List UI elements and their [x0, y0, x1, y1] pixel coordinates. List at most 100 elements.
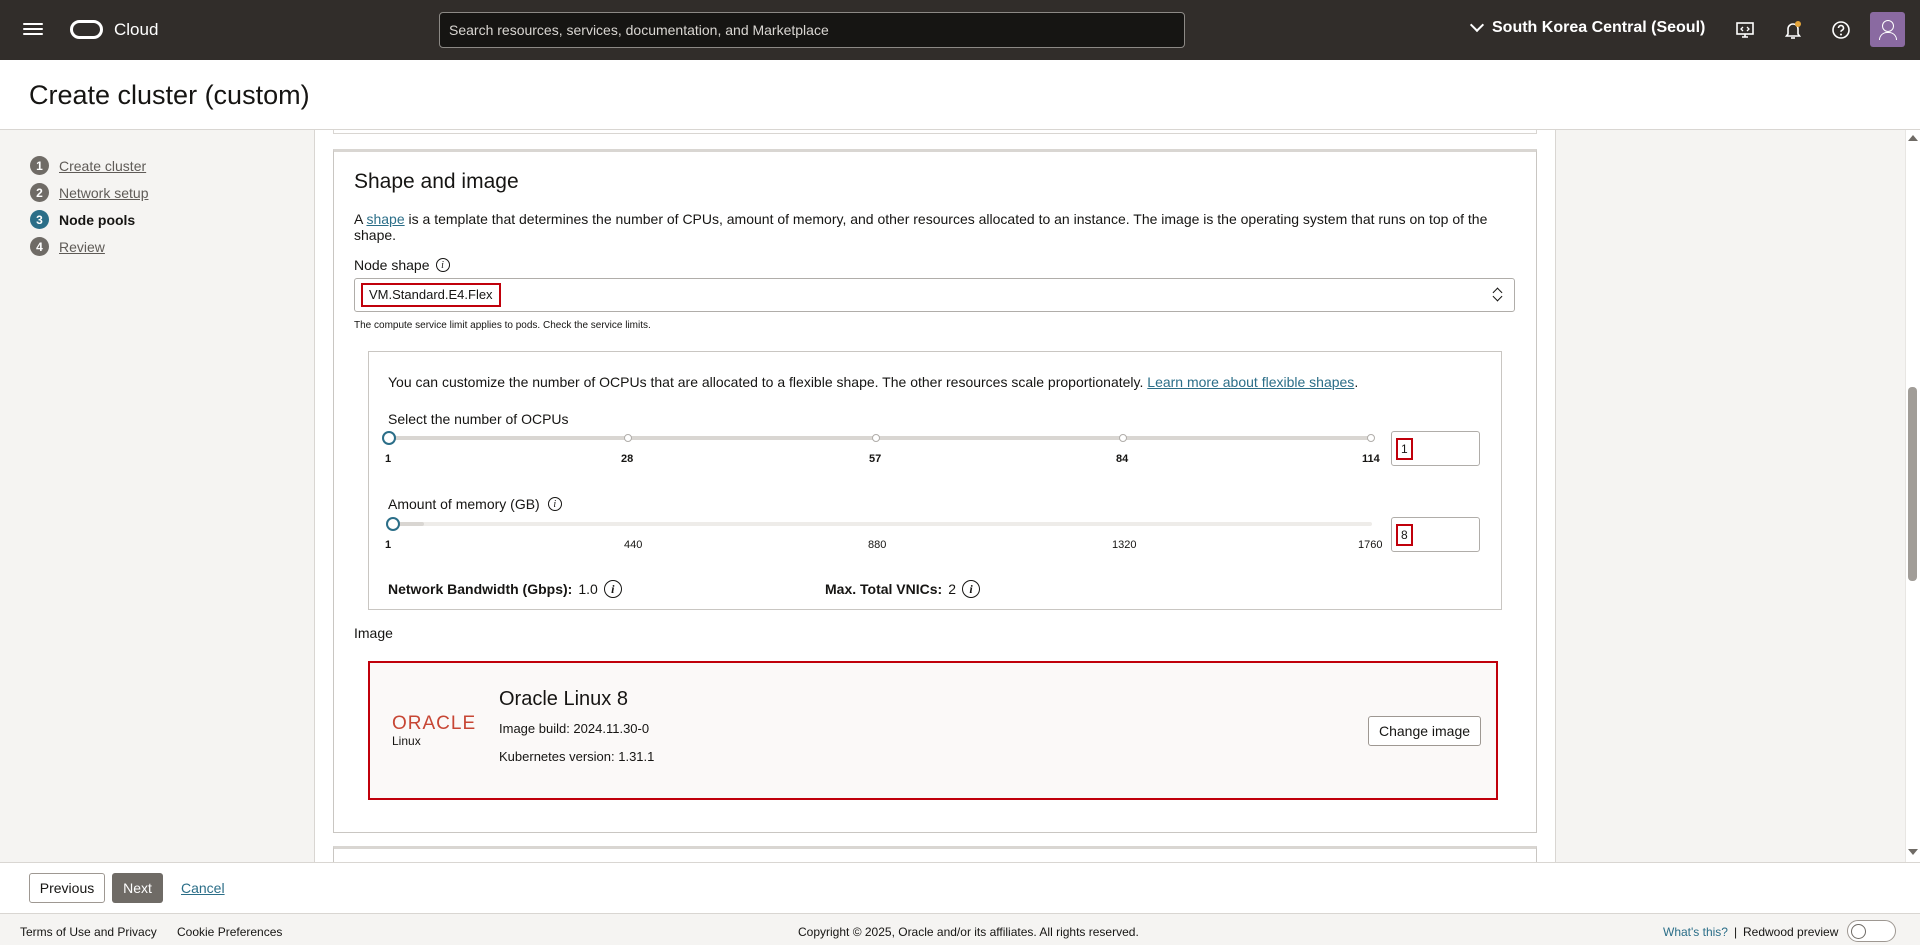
info-icon[interactable]: i: [603, 580, 622, 598]
menu-icon[interactable]: [23, 20, 43, 40]
section-description: A shape is a template that determines th…: [354, 211, 1509, 243]
region-label: South Korea Central (Seoul): [1492, 19, 1706, 36]
terms-link[interactable]: Terms of Use and Privacy: [20, 925, 157, 939]
memory-tick: 880: [868, 539, 887, 551]
help-icon[interactable]: [1830, 19, 1852, 41]
previous-section-edge: [333, 130, 1537, 134]
ocpu-slider-thumb[interactable]: [382, 431, 396, 445]
notifications-bell-icon[interactable]: [1782, 19, 1804, 41]
ocpu-slider-stop: [872, 434, 880, 442]
select-arrows-icon: [1492, 287, 1502, 303]
oracle-logo-icon[interactable]: [70, 20, 103, 39]
flex-shape-description: You can customize the number of OCPUs th…: [388, 374, 1358, 390]
ocpu-tick: 114: [1362, 453, 1380, 465]
node-shape-value: VM.Standard.E4.Flex: [361, 283, 501, 307]
node-shape-label: Node shape i: [354, 257, 450, 273]
developer-tools-icon[interactable]: [1734, 19, 1756, 41]
service-limit-hint: The compute service limit applies to pod…: [354, 320, 651, 331]
step-create-cluster[interactable]: 1 Create cluster: [30, 152, 148, 179]
scroll-down-arrow-icon[interactable]: [1908, 849, 1918, 855]
change-image-button[interactable]: Change image: [1368, 716, 1481, 746]
cancel-link[interactable]: Cancel: [181, 880, 225, 896]
scrollbar-thumb[interactable]: [1908, 387, 1917, 581]
ocpu-slider-stop: [1367, 434, 1375, 442]
memory-tick: 440: [624, 539, 643, 551]
wizard-action-bar: [0, 862, 1920, 913]
step-number: 2: [30, 183, 49, 202]
vnics-value: 2: [948, 581, 956, 597]
step-number: 3: [30, 210, 49, 229]
memory-value: 8: [1396, 524, 1413, 546]
memory-tick: 1320: [1112, 539, 1137, 551]
page-title: Create cluster (custom): [29, 80, 310, 110]
memory-input[interactable]: 8: [1391, 517, 1480, 552]
chevron-down-icon: [1469, 17, 1485, 33]
cookie-preferences-link[interactable]: Cookie Preferences: [177, 925, 282, 939]
ocpu-tick: 1: [385, 453, 392, 465]
section-title: Shape and image: [354, 170, 519, 193]
page-header: Create cluster (custom): [0, 60, 1920, 130]
memory-slider-thumb[interactable]: [386, 517, 400, 531]
whats-this-link[interactable]: What's this?: [1663, 925, 1728, 939]
scroll-up-arrow-icon[interactable]: [1908, 135, 1918, 141]
step-number: 4: [30, 237, 49, 256]
flex-shapes-link[interactable]: Learn more about flexible shapes: [1147, 374, 1354, 390]
shape-link[interactable]: shape: [366, 211, 404, 227]
image-name: Oracle Linux 8: [499, 688, 628, 710]
ocpu-slider-stop: [624, 434, 632, 442]
node-shape-label-text: Node shape: [354, 257, 430, 273]
page-footer: Terms of Use and Privacy Cookie Preferen…: [0, 913, 1920, 945]
flex-desc-text: You can customize the number of OCPUs th…: [388, 374, 1148, 390]
info-icon[interactable]: i: [962, 580, 980, 598]
ocpu-tick: 28: [621, 453, 634, 465]
step-link[interactable]: Review: [59, 239, 105, 255]
kubernetes-version: Kubernetes version: 1.31.1: [499, 749, 655, 764]
ocpu-input[interactable]: 1: [1391, 431, 1480, 466]
memory-slider-track[interactable]: [388, 522, 1372, 526]
step-number: 1: [30, 156, 49, 175]
oracle-linux-logo-sub: Linux: [392, 734, 421, 748]
image-build: Image build: 2024.11.30-0: [499, 721, 650, 736]
user-avatar[interactable]: [1870, 12, 1905, 47]
redwood-preview-label: Redwood preview: [1743, 925, 1839, 939]
ocpu-label: Select the number of OCPUs: [388, 411, 569, 427]
copyright-text: Copyright © 2025, Oracle and/or its affi…: [798, 925, 1139, 939]
network-bandwidth: Network Bandwidth (Gbps): 1.0 i: [388, 580, 622, 598]
step-link[interactable]: Network setup: [59, 185, 148, 201]
image-label: Image: [354, 625, 393, 641]
memory-tick: 1760: [1358, 539, 1383, 551]
ocpu-slider-track[interactable]: [388, 436, 1372, 440]
bandwidth-label: Network Bandwidth (Gbps):: [388, 581, 573, 597]
ocpu-slider-stop: [1119, 434, 1127, 442]
ocpu-value: 1: [1396, 438, 1413, 460]
info-icon[interactable]: i: [435, 258, 450, 272]
memory-label: Amount of memory (GB) i: [388, 496, 562, 512]
flex-desc-period: .: [1354, 374, 1359, 390]
vnics-label: Max. Total VNICs:: [825, 581, 943, 597]
desc-text: is a template that determines the number…: [354, 211, 1488, 243]
memory-label-text: Amount of memory (GB): [388, 496, 540, 512]
bandwidth-value: 1.0: [578, 581, 598, 597]
step-review[interactable]: 4 Review: [30, 233, 148, 260]
footer-separator: |: [1734, 925, 1738, 939]
oracle-linux-logo: ORACLE: [392, 713, 477, 734]
ocpu-tick: 57: [869, 453, 882, 465]
step-node-pools: 3 Node pools: [30, 206, 148, 233]
node-shape-select[interactable]: VM.Standard.E4.Flex: [354, 278, 1515, 312]
max-vnics: Max. Total VNICs: 2 i: [825, 580, 980, 598]
region-selector[interactable]: South Korea Central (Seoul): [1469, 17, 1706, 37]
ocpu-tick: 84: [1116, 453, 1129, 465]
desc-text: A: [354, 211, 367, 227]
redwood-preview-toggle[interactable]: [1847, 920, 1896, 942]
memory-tick: 1: [385, 539, 392, 551]
search-input[interactable]: Search resources, services, documentatio…: [439, 12, 1185, 48]
wizard-steps: 1 Create cluster 2 Network setup 3 Node …: [30, 152, 148, 260]
step-link[interactable]: Create cluster: [59, 158, 146, 174]
info-icon[interactable]: i: [547, 497, 562, 511]
previous-button[interactable]: Previous: [29, 873, 105, 903]
brand-label[interactable]: Cloud: [114, 20, 158, 40]
next-button[interactable]: Next: [112, 873, 163, 903]
top-nav-bar: Cloud Search resources, services, docume…: [0, 0, 1920, 60]
step-network-setup[interactable]: 2 Network setup: [30, 179, 148, 206]
step-label-current: Node pools: [59, 211, 136, 228]
